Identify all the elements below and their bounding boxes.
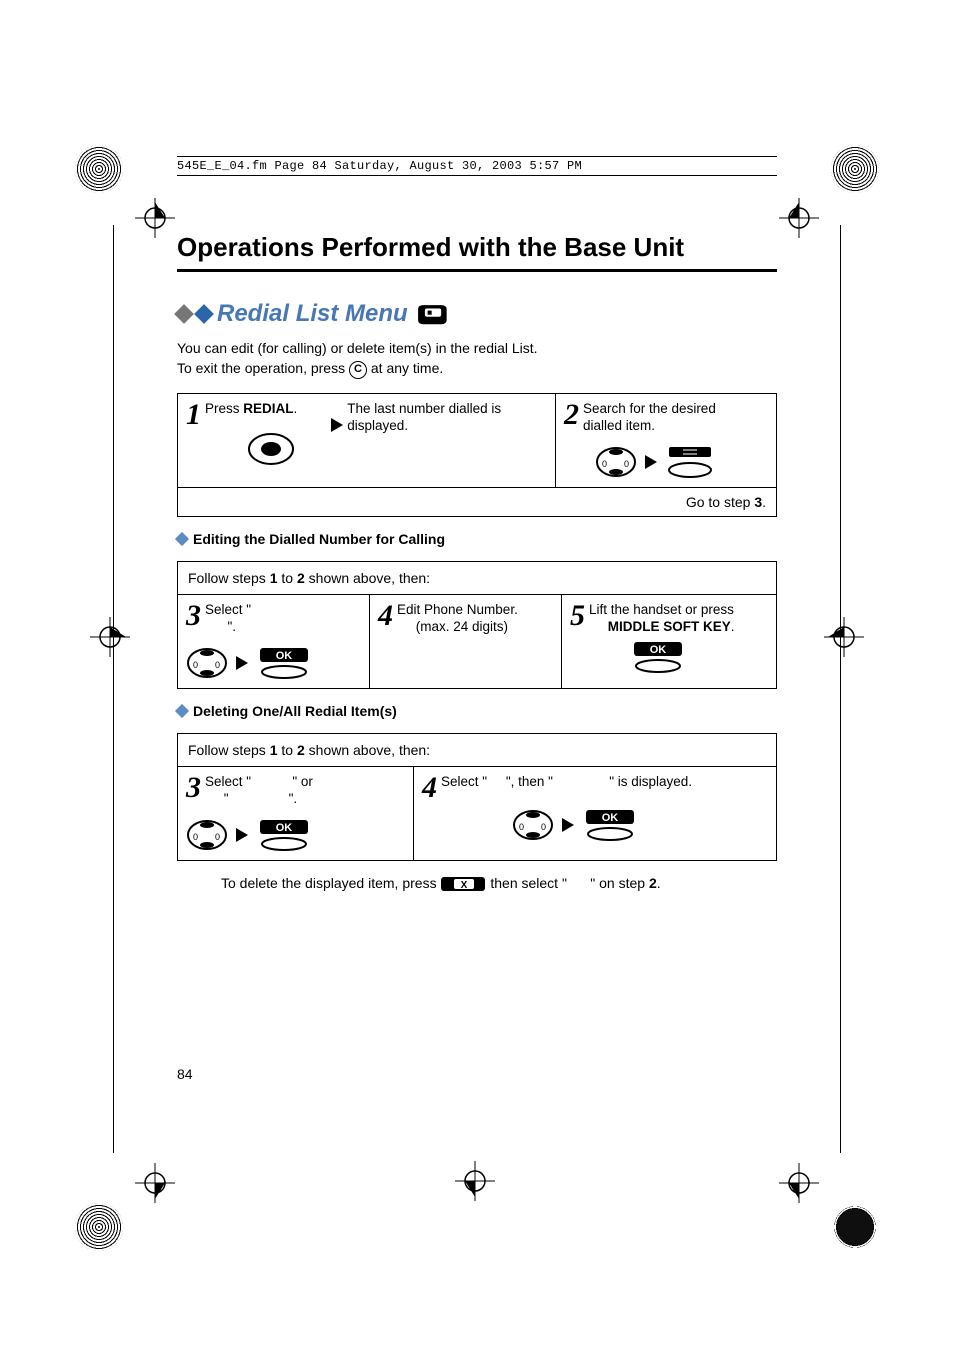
- erase-softkey-icon: X: [440, 875, 490, 891]
- svg-text:0: 0: [519, 822, 524, 832]
- regmark-icon: [779, 1163, 819, 1203]
- file-header-rule: 545E_E_04.fm Page 84 Saturday, August 30…: [177, 156, 777, 176]
- step-1-text: 1 Press REDIAL.: [186, 400, 297, 418]
- arrow-right-icon: [236, 656, 248, 670]
- svg-text:0: 0: [624, 459, 629, 469]
- step-mid-text: The last number dialled is displayed.: [347, 400, 517, 435]
- section-title: Redial List Menu: [217, 300, 408, 328]
- regmark-icon: [824, 617, 864, 657]
- svg-text:0: 0: [215, 832, 220, 842]
- diamond-icon: [174, 304, 194, 324]
- follow-steps-text: Follow steps 1 to 2 shown above, then:: [178, 734, 776, 766]
- sub-header-editing: Editing the Dialled Number for Calling: [177, 531, 777, 547]
- svg-text:0: 0: [602, 459, 607, 469]
- ok-softkey-icon: OK: [632, 640, 684, 674]
- intro-text: You can edit (for calling) or delete ite…: [177, 338, 777, 379]
- svg-text:0: 0: [193, 832, 198, 842]
- svg-text:X: X: [461, 880, 468, 891]
- svg-text:0: 0: [541, 822, 546, 832]
- del-step-3: 3 Select " " or " ".: [186, 773, 405, 808]
- intro-line1: You can edit (for calling) or delete ite…: [177, 338, 777, 358]
- diamond-icon: [175, 704, 189, 718]
- regmark-icon: [455, 1161, 495, 1201]
- svg-text:0: 0: [215, 660, 220, 670]
- go-to-step: Go to step 3.: [178, 488, 776, 516]
- diamond-icon: [175, 532, 189, 546]
- navigator-key-icon: 00: [186, 646, 228, 680]
- step-number: 4: [422, 773, 437, 803]
- svg-text:OK: OK: [602, 812, 619, 824]
- file-header-text: 545E_E_04.fm Page 84 Saturday, August 30…: [177, 159, 777, 173]
- navigator-key-icon: 00: [186, 818, 228, 852]
- del-step-4: 4 Select " ", then " " is displayed.: [422, 773, 746, 791]
- sub-header-deleting: Deleting One/All Redial Item(s): [177, 703, 777, 719]
- edit-step-3: 3 Select " ".: [186, 601, 361, 636]
- ok-softkey-icon: OK: [258, 818, 310, 852]
- navigator-key-icon: 00: [595, 445, 637, 479]
- navigator-key-icon: 00: [512, 808, 554, 842]
- svg-text:0: 0: [193, 660, 198, 670]
- key-c-icon: C: [349, 361, 367, 379]
- regmark-icon: [90, 617, 130, 657]
- step-number: 3: [186, 773, 201, 803]
- arrow-right-icon: [645, 455, 657, 469]
- jog-dial-icon: [246, 431, 296, 467]
- regmark-icon: [135, 1163, 175, 1203]
- base-unit-icon: [414, 302, 448, 326]
- regmark-icon: [135, 198, 175, 238]
- svg-text:OK: OK: [276, 650, 293, 662]
- diamond-icon: [194, 304, 214, 324]
- steps-block-edit: Follow steps 1 to 2 shown above, then: 3…: [177, 561, 777, 689]
- step-2-text: 2 Search for the desired dialled item.: [564, 400, 746, 435]
- step-number: 1: [186, 400, 201, 430]
- regmark-icon: [779, 198, 819, 238]
- step-number: 3: [186, 601, 201, 631]
- steps-block-delete: Follow steps 1 to 2 shown above, then: 3…: [177, 733, 777, 861]
- step-number: 4: [378, 601, 393, 631]
- crop-circle-bl: [75, 1203, 123, 1251]
- footnote-text: To delete the displayed item, press X th…: [177, 875, 777, 892]
- ok-softkey-icon: OK: [258, 646, 310, 680]
- arrow-right-icon: [236, 828, 248, 842]
- page-number: 84: [177, 1066, 193, 1082]
- arrow-right-icon: [331, 418, 343, 432]
- step-number: 5: [570, 601, 585, 631]
- svg-text:OK: OK: [276, 822, 293, 834]
- crop-circle-tr: [831, 145, 879, 193]
- crop-circle-tl: [75, 145, 123, 193]
- intro-line2: To exit the operation, press C at any ti…: [177, 358, 777, 378]
- softkey-stack-icon: [665, 445, 715, 479]
- edit-step-4: 4 Edit Phone Number. (max. 24 digits): [378, 601, 553, 636]
- arrow-right-icon: [562, 818, 574, 832]
- edit-step-5: 5 Lift the handset or press MIDDLE SOFT …: [570, 601, 746, 636]
- page-title: Operations Performed with the Base Unit: [177, 232, 777, 272]
- crop-guide-right: [840, 225, 841, 1153]
- crop-guide-left: [113, 225, 114, 1153]
- crop-circle-br: [831, 1203, 879, 1251]
- ok-softkey-icon: OK: [584, 808, 636, 842]
- svg-text:OK: OK: [650, 644, 667, 656]
- steps-block-1: 1 Press REDIAL. The last: [177, 393, 777, 517]
- step-number: 2: [564, 400, 579, 430]
- follow-steps-text: Follow steps 1 to 2 shown above, then:: [178, 562, 776, 594]
